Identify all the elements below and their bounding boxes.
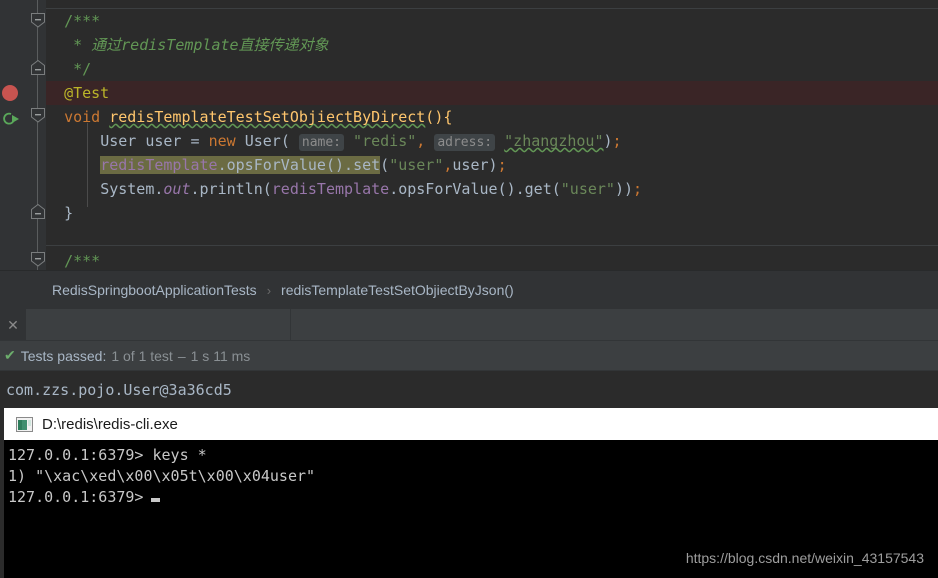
token-annotation-test: @Test	[64, 84, 110, 102]
token-call-get: get	[524, 180, 552, 198]
token-call-opsForValue: opsForValue	[226, 156, 326, 174]
token-system: System	[100, 180, 155, 198]
terminal-line-3: 127.0.0.1:6379>	[8, 488, 144, 506]
terminal-line-2: 1) "\xac\xed\x00\x05t\x00\x04user"	[8, 467, 316, 485]
token-comment-text: 通过redisTemplate直接传递对象	[91, 36, 329, 54]
token-field-redisTemplate: redisTemplate	[100, 156, 218, 174]
fold-marker-icon[interactable]	[30, 204, 46, 219]
token-brace-close: }	[64, 204, 74, 222]
status-count: 1 of 1 test	[111, 347, 173, 364]
fold-expand-icon	[31, 60, 45, 75]
status-passed-label: Tests passed:	[20, 347, 107, 364]
token-string-zhangzhou: "zhangzhou"	[504, 132, 604, 150]
redis-cli-title-text: D:\redis\redis-cli.exe	[42, 415, 178, 433]
run-test-icon[interactable]	[0, 110, 20, 128]
editor-gutter[interactable]	[0, 0, 46, 270]
token-string-user-key-2: "user"	[560, 180, 615, 198]
fold-marker-icon[interactable]	[30, 60, 46, 75]
code-line-println: System.out.println(redisTemplate.opsForV…	[100, 180, 643, 198]
token-var-user: user	[145, 132, 182, 150]
run-arrow-glyph	[3, 112, 19, 125]
token-keyword-new: new	[208, 132, 236, 150]
terminal-line-1: 127.0.0.1:6379> keys *	[8, 446, 207, 464]
fold-collapse-icon	[31, 13, 45, 28]
fold-collapse-icon	[31, 108, 45, 123]
ide-screenshot: /*** * 通过redisTemplate直接传递对象 */ @Test vo…	[0, 0, 938, 578]
code-line-comment-open: /***	[46, 9, 100, 33]
test-status-bar: ✔ Tests passed: 1 of 1 test – 1 s 11 ms	[0, 340, 938, 370]
param-hint-name: name:	[298, 134, 345, 151]
breadcrumb-class[interactable]: RedisSpringbootApplicationTests	[52, 282, 257, 298]
code-line-set-value: redisTemplate.opsForValue().set("user",u…	[100, 156, 507, 174]
fold-marker-icon[interactable]	[30, 252, 46, 267]
redis-cli-titlebar[interactable]: D:\redis\redis-cli.exe	[4, 408, 938, 440]
token-keyword-void: void	[64, 108, 101, 126]
breakpoint-icon[interactable]	[2, 85, 18, 101]
status-duration: 1 s 11 ms	[190, 347, 251, 364]
token-arg-user: user	[452, 156, 489, 174]
token-comment-star: *	[73, 36, 83, 54]
close-icon: ✕	[7, 316, 19, 333]
code-line-comment-close: */	[46, 57, 91, 81]
redis-cli-window[interactable]: D:\redis\redis-cli.exe 127.0.0.1:6379> k…	[4, 408, 938, 578]
fold-collapse-icon	[31, 252, 45, 267]
token-comment-open-2: /***	[64, 252, 101, 270]
token-comment-open: /***	[64, 12, 101, 30]
token-println: println	[199, 180, 263, 198]
status-dash: –	[177, 347, 186, 364]
console-output[interactable]: com.zzs.pojo.User@3a36cd5	[0, 370, 938, 408]
fold-expand-icon	[31, 204, 45, 219]
terminal-cursor	[151, 498, 161, 502]
fold-marker-icon[interactable]	[30, 108, 46, 123]
code-editor[interactable]: /*** * 通过redisTemplate直接传递对象 */ @Test vo…	[0, 0, 938, 270]
token-call-opsForValue-2: opsForValue	[398, 180, 498, 198]
code-content: /*** * 通过redisTemplate直接传递对象 */ @Test vo…	[46, 0, 938, 270]
token-string-user-key: "user"	[389, 156, 444, 174]
token-ctor-user: User	[244, 132, 281, 150]
toolbar-divider	[290, 309, 291, 340]
code-line-comment-body: * 通过redisTemplate直接传递对象	[46, 33, 329, 57]
console-output-text: com.zzs.pojo.User@3a36cd5	[6, 380, 232, 399]
token-field-redisTemplate-2: redisTemplate	[271, 180, 390, 198]
code-line-new-user: User user = new User( name: "redis", adr…	[100, 132, 622, 151]
token-call-set: set	[353, 156, 381, 174]
code-line-close-brace: }	[46, 201, 73, 225]
code-line-next-comment: /***	[46, 249, 100, 270]
fold-marker-icon[interactable]	[30, 13, 46, 28]
breadcrumb[interactable]: RedisSpringbootApplicationTests › redisT…	[0, 270, 938, 309]
test-runner-toolbar[interactable]: ✕	[0, 309, 938, 340]
code-line-annotation: @Test	[46, 81, 109, 105]
close-tab-button[interactable]: ✕	[0, 309, 26, 340]
token-comment-close: */	[73, 60, 92, 78]
token-method-name: redisTemplateTestSetObjiectByDirect	[109, 108, 426, 126]
token-string-redis: "redis"	[353, 132, 417, 150]
breadcrumb-separator-icon: ›	[266, 282, 272, 298]
console-window-icon	[16, 416, 33, 432]
breadcrumb-method[interactable]: redisTemplateTestSetObjiectByJson()	[281, 282, 514, 298]
fold-rail	[37, 0, 38, 270]
token-system-out: out	[163, 180, 191, 198]
token-type-user: User	[100, 132, 137, 150]
code-line-method-signature: void redisTemplateTestSetObjiectByDirect…	[64, 108, 453, 126]
check-icon: ✔	[4, 347, 16, 363]
param-hint-adress: adress:	[434, 134, 496, 151]
watermark: https://blog.csdn.net/weixin_43157543	[685, 550, 924, 566]
